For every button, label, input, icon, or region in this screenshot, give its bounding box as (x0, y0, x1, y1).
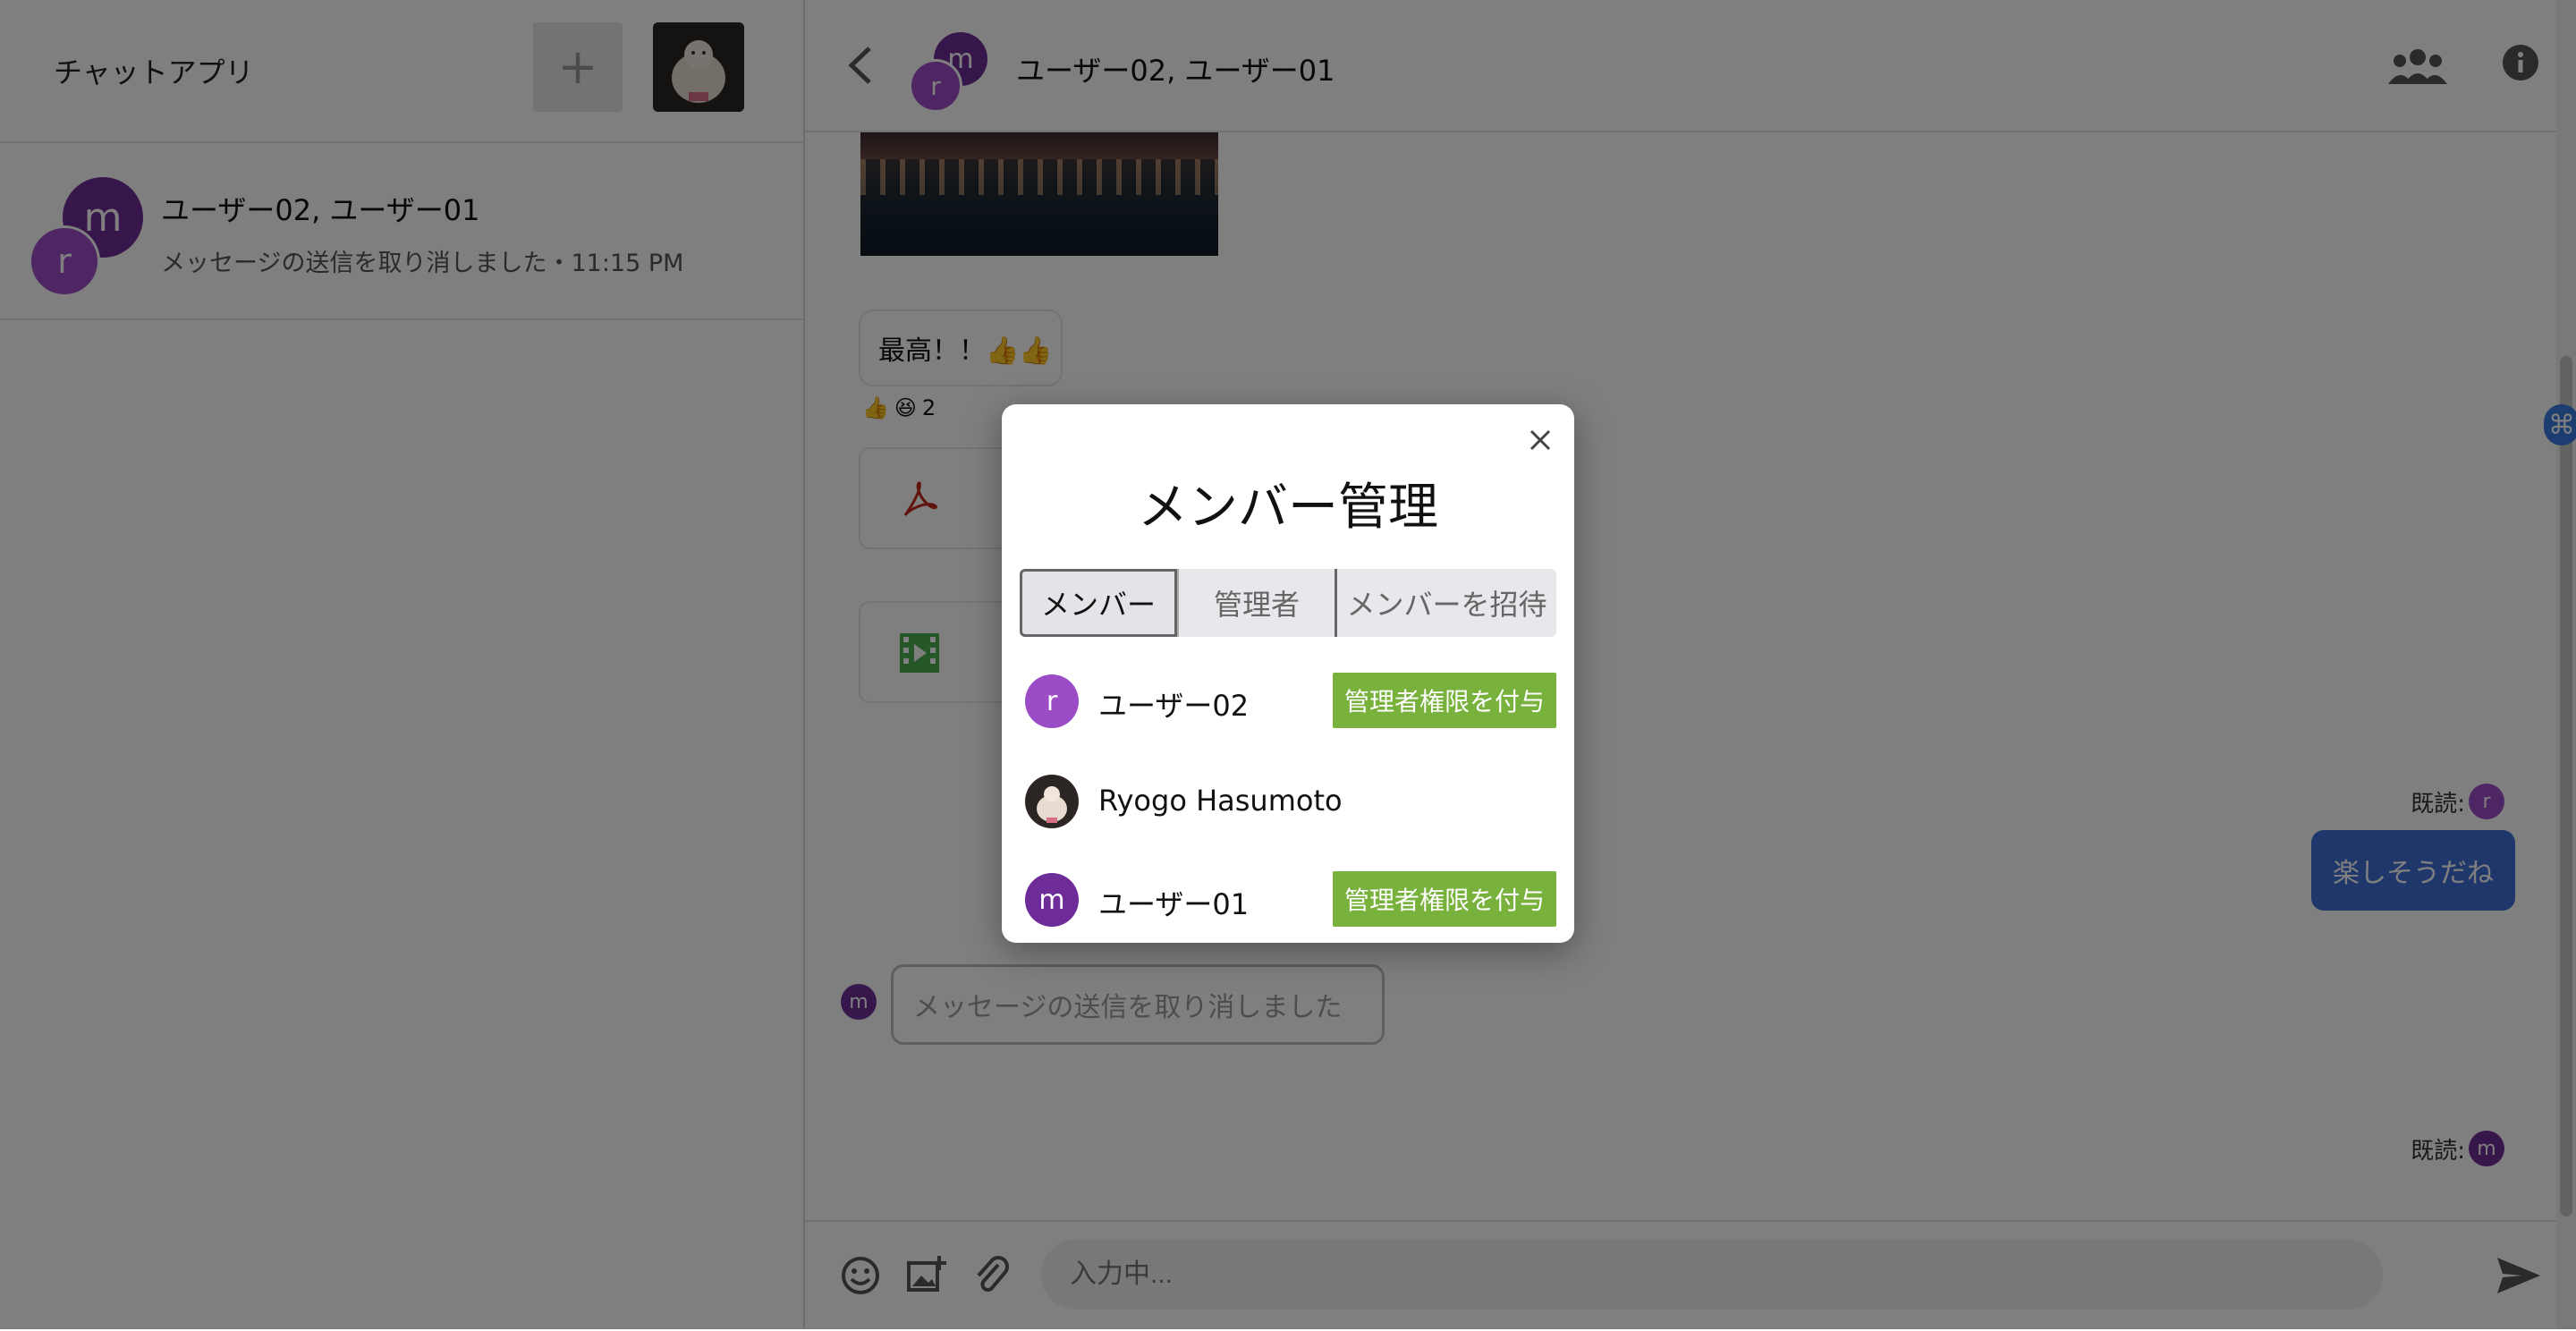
avatar: m (1025, 873, 1079, 927)
modal-title: メンバー管理 (1138, 479, 1438, 537)
member-name: ユーザー02 (1098, 689, 1250, 723)
member-management-modal: メンバー管理 メンバー 管理者 メンバーを招待 r ユーザー02 管理者権限を付… (1002, 404, 1574, 943)
member-row: m ユーザー01 管理者権限を付与 (1023, 868, 1560, 930)
tab-invite[interactable]: メンバーを招待 (1335, 569, 1556, 637)
chat-app: チャットアプリ + m r ユーザー02, ユーザー01 メッセージの送信を取り… (0, 0, 2576, 1331)
tab-members[interactable]: メンバー (1020, 569, 1177, 637)
profile-photo-icon (1025, 775, 1079, 828)
tab-admins[interactable]: 管理者 (1177, 569, 1335, 637)
member-name: Ryogo Hasumoto (1098, 784, 1343, 818)
member-row: r ユーザー02 管理者権限を付与 (1023, 669, 1560, 732)
grant-admin-button[interactable]: 管理者権限を付与 (1333, 673, 1556, 728)
grant-admin-button[interactable]: 管理者権限を付与 (1333, 871, 1556, 927)
member-tabs: メンバー 管理者 メンバーを招待 (1020, 569, 1556, 637)
member-row: Ryogo Hasumoto (1023, 769, 1560, 832)
close-icon[interactable] (1528, 428, 1553, 453)
member-name: ユーザー01 (1098, 887, 1250, 921)
avatar: r (1025, 674, 1079, 728)
